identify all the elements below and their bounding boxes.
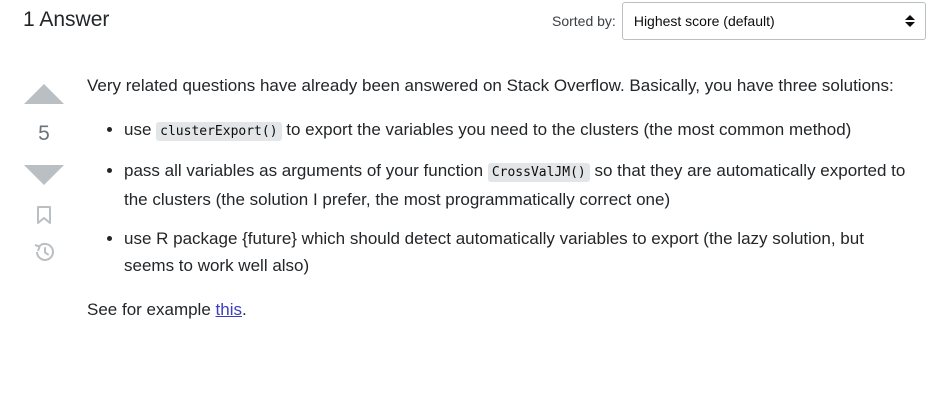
answer-footer: See for example this. — [87, 296, 917, 323]
downvote-button[interactable] — [24, 165, 64, 185]
footer-text: See for example — [87, 300, 216, 319]
inline-code: clusterExport() — [156, 122, 282, 141]
list-item: use clusterExport() to export the variab… — [124, 116, 917, 145]
select-arrows-icon — [904, 15, 915, 27]
vote-count: 5 — [38, 122, 50, 145]
example-link[interactable]: this — [216, 300, 242, 319]
answers-count-title: 1 Answer — [23, 8, 110, 31]
list-item-text: use R package {future} which should dete… — [124, 229, 864, 275]
upvote-button[interactable] — [24, 84, 64, 104]
list-item-text: to export the variables you need to the … — [281, 120, 852, 139]
solutions-list: use clusterExport() to export the variab… — [87, 116, 917, 279]
answer-body: Very related questions have already been… — [87, 72, 917, 340]
list-item: pass all variables as arguments of your … — [124, 157, 917, 213]
sort-label: Sorted by: — [552, 13, 616, 29]
vote-cell: 5 — [23, 82, 65, 269]
list-item-text: use — [124, 120, 157, 139]
footer-punct: . — [241, 300, 247, 319]
sort-select[interactable]: Highest score (default) — [621, 2, 926, 40]
sort-control: Sorted by: Highest score (default) — [552, 2, 926, 40]
answer-intro: Very related questions have already been… — [87, 76, 894, 95]
inline-code: CrossValJM() — [487, 163, 590, 182]
history-icon[interactable] — [32, 240, 56, 269]
bookmark-icon[interactable] — [35, 205, 53, 230]
sort-selected-value: Highest score (default) — [633, 13, 775, 29]
list-item: use R package {future} which should dete… — [124, 225, 917, 279]
list-item-text: pass all variables as arguments of your … — [124, 161, 488, 180]
